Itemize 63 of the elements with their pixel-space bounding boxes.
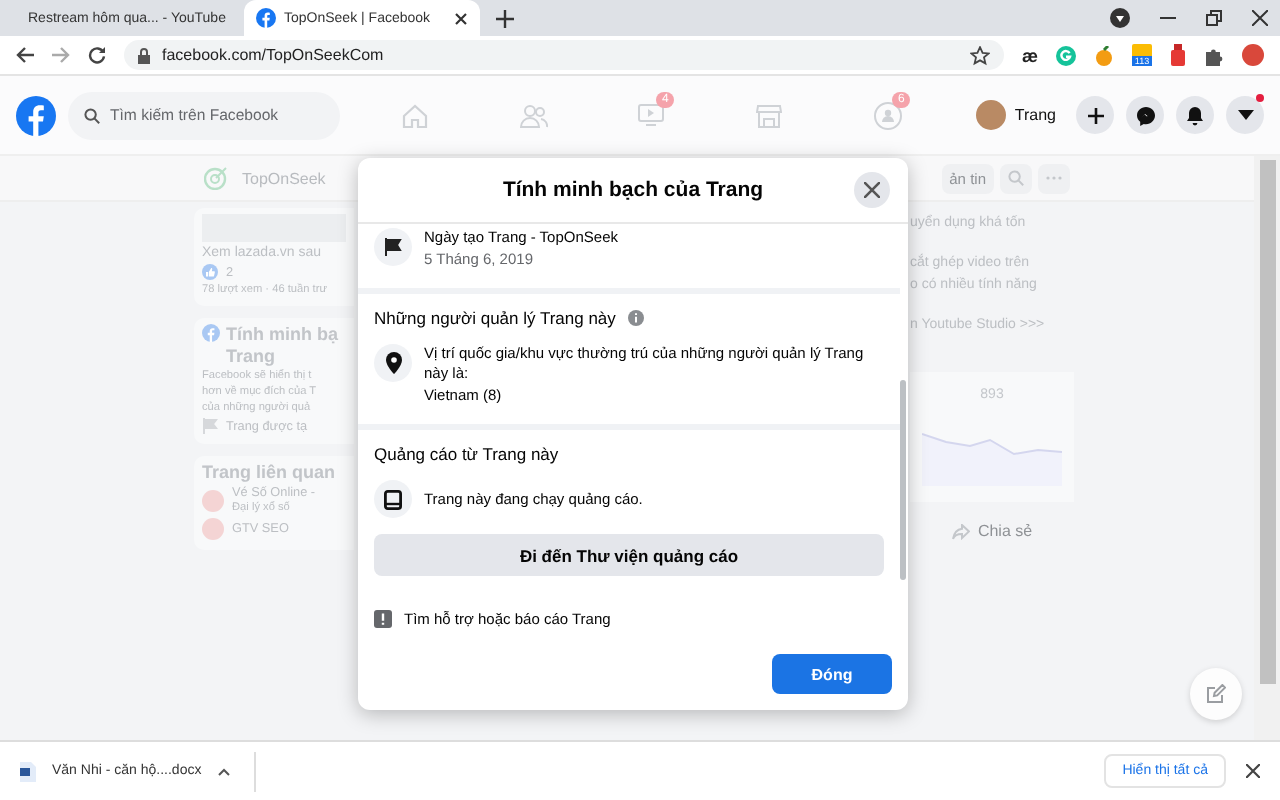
reload-icon[interactable] — [88, 46, 106, 64]
group-icon — [873, 101, 901, 129]
info-icon[interactable] — [627, 310, 644, 326]
caret-icon — [1237, 110, 1253, 120]
video-icon — [638, 104, 664, 126]
avatar[interactable] — [1242, 44, 1264, 66]
f-logo-icon — [202, 324, 220, 342]
caret-up-icon[interactable] — [217, 767, 230, 775]
page-name: TopOnSeek — [242, 169, 326, 187]
chat-bubble-icon — [1135, 105, 1155, 125]
bottle-icon[interactable] — [1170, 44, 1186, 66]
f-logo-icon[interactable] — [16, 95, 56, 135]
search-icon — [84, 107, 100, 123]
profile-icon[interactable] — [1110, 8, 1130, 28]
close-icon — [864, 182, 880, 198]
star-icon[interactable] — [969, 45, 990, 65]
lock-icon — [138, 47, 150, 63]
restore-icon[interactable] — [1206, 10, 1222, 26]
fruit-icon[interactable] — [1094, 45, 1114, 65]
new-tab-icon[interactable] — [496, 9, 514, 27]
puzzle-icon[interactable] — [1204, 45, 1224, 65]
flag-icon — [202, 418, 218, 434]
back-arrow-icon[interactable] — [16, 46, 34, 64]
page-logo-icon — [202, 518, 224, 540]
close-button[interactable]: Đóng — [772, 654, 892, 694]
plus-icon — [1087, 107, 1103, 123]
search-icon — [1008, 170, 1024, 186]
close-icon[interactable] — [1246, 764, 1260, 778]
home-icon — [402, 103, 428, 127]
like-icon — [202, 264, 218, 280]
ad-library-button[interactable]: Đi đến Thư viện quảng cáo — [374, 534, 884, 576]
address-field[interactable]: facebook.com/TopOnSeekCom — [124, 40, 1004, 70]
create-button[interactable] — [1076, 96, 1114, 134]
people-icon — [519, 103, 547, 127]
page-logo-icon — [202, 489, 224, 511]
profile-button[interactable]: Trang — [968, 96, 1064, 134]
close-icon[interactable] — [454, 11, 468, 25]
avatar — [976, 100, 1007, 130]
document-icon — [20, 761, 36, 781]
messenger-button[interactable] — [1126, 96, 1164, 134]
scrollbar-thumb[interactable] — [1259, 160, 1275, 684]
tablet-icon — [374, 480, 412, 518]
location-pin-icon — [374, 344, 412, 382]
notifications-button[interactable] — [1176, 96, 1214, 134]
close-icon[interactable] — [1252, 10, 1268, 26]
target-logo-icon — [204, 166, 228, 190]
section-heading: Quảng cáo từ Trang này — [374, 444, 561, 464]
flag-icon — [374, 228, 412, 266]
close-button[interactable] — [854, 172, 890, 208]
dialog-title: Tính minh bạch của Trang — [502, 178, 764, 202]
exclamation-icon — [374, 610, 392, 628]
share-arrow-icon — [951, 523, 970, 539]
extension-button[interactable]: æ — [1021, 45, 1038, 65]
share-button[interactable]: Chia sẻ — [910, 522, 1074, 540]
bell-icon — [1186, 105, 1204, 125]
account-menu-button[interactable] — [1226, 96, 1264, 134]
scrollbar-thumb[interactable] — [900, 380, 906, 580]
shop-icon — [756, 103, 782, 127]
section-heading: Những người quản lý Trang này — [374, 308, 616, 328]
new-message-button[interactable] — [1190, 668, 1242, 720]
minimize-icon[interactable] — [1160, 16, 1176, 20]
edit-icon — [1206, 684, 1226, 704]
f-logo-icon — [256, 8, 276, 28]
